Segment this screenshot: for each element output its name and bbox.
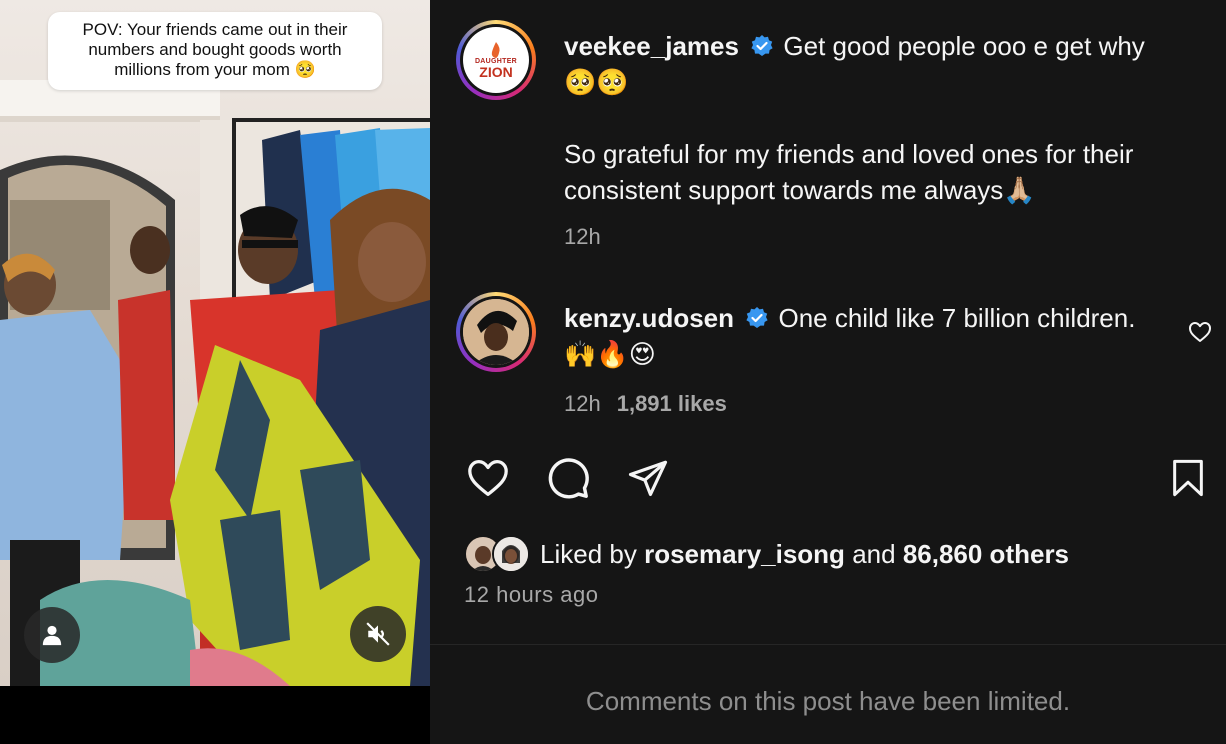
comment: kenzy.udosen One child like 7 billion ch…	[564, 300, 1164, 372]
caption-time: 12h	[564, 224, 601, 249]
share-button[interactable]	[624, 456, 672, 500]
video-frame[interactable]: POV: Your friends came out in their numb…	[0, 0, 430, 686]
person-icon	[42, 625, 62, 646]
share-icon	[628, 460, 668, 497]
video-caption-text: POV: Your friends came out in their numb…	[82, 20, 348, 79]
divider	[430, 644, 1226, 645]
liker-avatars	[464, 535, 530, 573]
comment-button[interactable]	[544, 455, 592, 501]
liked-by-others[interactable]: 86,860 others	[903, 539, 1069, 570]
post-timestamp[interactable]: 12 hours ago	[464, 582, 598, 608]
bookmark-icon	[1173, 459, 1203, 497]
speaker-muted-icon	[366, 622, 390, 646]
comments-limited-notice: Comments on this post have been limited.	[585, 686, 1071, 716]
comment-icon	[548, 458, 589, 499]
post-caption: veekee_james Get good people ooo e get w…	[564, 28, 1164, 208]
video-caption: POV: Your friends came out in their numb…	[48, 12, 382, 90]
mute-button[interactable]	[350, 606, 406, 662]
liker-avatar[interactable]	[492, 535, 530, 573]
comment-time: 12h	[564, 391, 601, 416]
commenter-photo	[463, 299, 529, 365]
save-button[interactable]	[1166, 456, 1210, 500]
video-still	[0, 80, 430, 686]
like-button[interactable]	[464, 456, 512, 500]
heart-icon	[1189, 322, 1211, 342]
liked-by-row: Liked by rosemary_isong and 86,860 other…	[464, 534, 1069, 574]
verified-badge-icon	[746, 307, 768, 328]
caption-meta: 12h	[564, 224, 601, 250]
commenter-avatar[interactable]	[456, 292, 536, 372]
liked-by-user[interactable]: rosemary_isong	[644, 539, 845, 570]
verified-badge-icon	[751, 35, 773, 56]
flame-icon	[491, 41, 500, 58]
commenter-username[interactable]: kenzy.udosen	[564, 303, 734, 333]
liked-by-prefix: Liked by	[540, 538, 637, 569]
post-media[interactable]: POV: Your friends came out in their numb…	[0, 0, 430, 744]
user-tag-button[interactable]	[24, 607, 80, 663]
caption-line-2: So grateful for my friends and loved one…	[564, 139, 1134, 205]
comment-likes[interactable]: 1,891 likes	[617, 391, 727, 416]
brand-logo: DAUGHTER ZION	[463, 27, 529, 93]
logo-text-bottom: ZION	[479, 63, 513, 80]
liked-by-and: and	[852, 538, 896, 569]
author-username[interactable]: veekee_james	[564, 31, 739, 61]
comment-like-button[interactable]	[1186, 318, 1214, 346]
author-avatar[interactable]: DAUGHTER ZION	[456, 20, 536, 100]
heart-icon	[468, 460, 508, 496]
comment-meta: 12h 1,891 likes	[564, 391, 727, 417]
post-side-panel: DAUGHTER ZION veekee_james Get good peop…	[430, 0, 1226, 744]
